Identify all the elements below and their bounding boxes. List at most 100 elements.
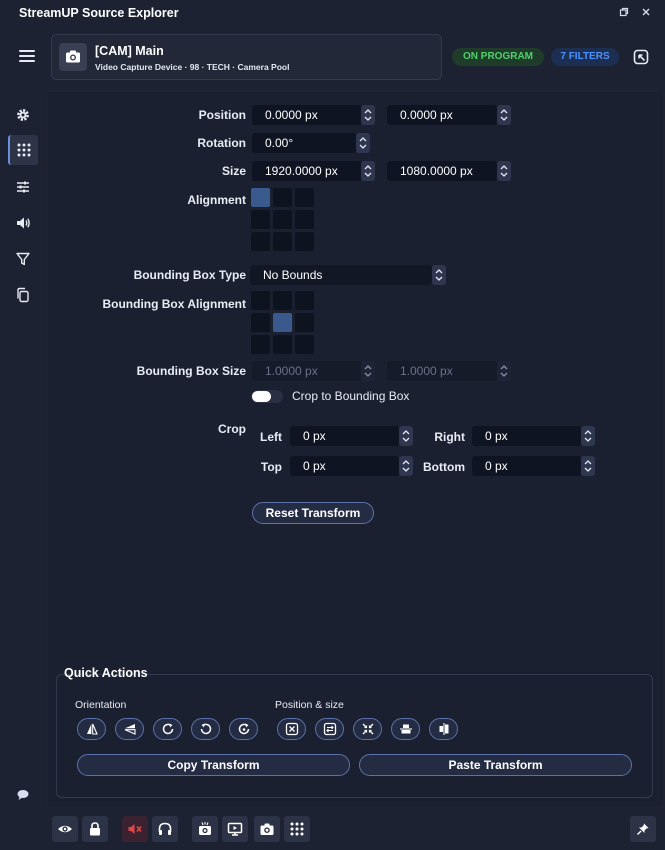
bbox-alignment-cell[interactable] [251, 313, 270, 332]
position-y-stepper[interactable] [497, 105, 511, 125]
alignment-cell[interactable] [273, 188, 292, 207]
shrink-center-icon [362, 723, 373, 735]
hamburger-menu-icon[interactable] [19, 50, 35, 64]
position-x-stepper[interactable] [361, 105, 375, 125]
crop-to-bbox-toggle[interactable] [251, 390, 283, 403]
bbox-type-dropdown-icon[interactable] [432, 265, 446, 285]
bbox-alignment-cell[interactable] [273, 313, 292, 332]
bbox-alignment-cell[interactable] [251, 335, 270, 354]
size-height-input[interactable]: 1080.0000 px [387, 161, 497, 181]
visibility-button[interactable] [52, 816, 78, 842]
rotate-ccw-button[interactable] [191, 718, 220, 740]
pin-button[interactable] [630, 816, 656, 842]
sidebar-item-properties[interactable] [8, 172, 38, 202]
rotation-input[interactable]: 0.00° [252, 133, 356, 153]
sidebar [0, 90, 46, 831]
sidebar-item-copy[interactable] [8, 280, 38, 310]
crop-top-input[interactable]: 0 px [290, 456, 399, 476]
stretch-to-screen-icon [323, 722, 336, 736]
bbox-alignment-cell[interactable] [295, 291, 314, 310]
alignment-cell[interactable] [295, 210, 314, 229]
eye-icon [58, 825, 72, 833]
alignment-cell[interactable] [295, 188, 314, 207]
sidebar-item-filters[interactable] [8, 244, 38, 274]
crop-bottom-input[interactable]: 0 px [472, 456, 581, 476]
sidebar-item-settings[interactable] [8, 100, 38, 130]
mute-button[interactable] [122, 816, 148, 842]
alignment-cell[interactable] [251, 188, 270, 207]
sidebar-item-chat[interactable] [8, 780, 38, 810]
position-x-input[interactable]: 0.0000 px [252, 105, 362, 125]
quick-actions-group [56, 674, 653, 798]
bbox-alignment-cell[interactable] [273, 335, 292, 354]
transform-grid-button[interactable] [284, 816, 310, 842]
filters-badge[interactable]: 7 FILTERS [551, 48, 619, 66]
close-icon[interactable] [640, 7, 652, 19]
camera-button[interactable] [254, 816, 280, 842]
monitor-audio-button[interactable] [152, 816, 178, 842]
restore-icon[interactable] [618, 7, 630, 19]
alignment-grid[interactable] [251, 188, 315, 252]
size-height-stepper[interactable] [497, 161, 511, 181]
sidebar-item-audio[interactable] [8, 208, 38, 238]
sidebar-item-transform[interactable] [8, 135, 38, 165]
rotate-180-button[interactable] [229, 718, 258, 740]
rotation-label: Rotation [197, 136, 246, 150]
center-to-screen-button[interactable] [353, 718, 382, 740]
stretch-to-screen-button[interactable] [315, 718, 344, 740]
crop-right-input[interactable]: 0 px [472, 426, 581, 446]
chat-bubble-icon [17, 790, 29, 800]
bbox-alignment-grid[interactable] [251, 291, 315, 355]
flip-vertical-button[interactable] [115, 718, 144, 740]
monitor-icon [227, 822, 243, 836]
alignment-cell[interactable] [295, 232, 314, 251]
position-y-input[interactable]: 0.0000 px [387, 105, 497, 125]
reset-transform-button[interactable]: Reset Transform [252, 502, 374, 524]
crop-bottom-stepper[interactable] [581, 456, 595, 476]
screenshot-source-button[interactable] [192, 816, 218, 842]
flip-horizontal-button[interactable] [77, 718, 106, 740]
bbox-height-stepper [497, 361, 511, 381]
camera-icon [59, 43, 87, 71]
rotate-counterclockwise-icon [200, 723, 211, 735]
source-card[interactable]: [CAM] Main Video Capture Device · 98 · T… [51, 34, 442, 80]
size-label: Size [221, 164, 246, 178]
toggle-knob [252, 391, 271, 402]
title-bar: StreamUP Source Explorer [0, 0, 665, 28]
camera-timer-icon [199, 822, 211, 835]
flip-vertical-icon [124, 724, 136, 735]
alignment-cell[interactable] [251, 210, 270, 229]
bbox-width-input: 1.0000 px [252, 361, 362, 381]
paste-transform-button[interactable]: Paste Transform [359, 754, 632, 776]
source-subtitle: Video Capture Device · 98 · TECH · Camer… [95, 62, 290, 72]
window-title: StreamUP Source Explorer [19, 6, 179, 20]
bbox-size-label: Bounding Box Size [136, 364, 246, 378]
crop-left-input[interactable]: 0 px [290, 426, 399, 446]
crop-left-stepper[interactable] [399, 426, 413, 446]
center-horizontally-button[interactable] [391, 718, 420, 740]
camera-icon [260, 823, 274, 835]
header: [CAM] Main Video Capture Device · 98 · T… [0, 28, 665, 90]
copy-transform-button[interactable]: Copy Transform [77, 754, 350, 776]
headphones-icon [158, 822, 172, 835]
rotate-cw-button[interactable] [153, 718, 182, 740]
rotation-stepper[interactable] [356, 133, 370, 153]
speaker-icon [17, 217, 30, 229]
crop-right-stepper[interactable] [581, 426, 595, 446]
alignment-cell[interactable] [273, 210, 292, 229]
center-vertically-button[interactable] [429, 718, 458, 740]
size-width-stepper[interactable] [361, 161, 375, 181]
bbox-alignment-cell[interactable] [295, 313, 314, 332]
size-width-input[interactable]: 1920.0000 px [252, 161, 362, 181]
open-external-icon[interactable] [632, 48, 650, 66]
bbox-alignment-cell[interactable] [251, 291, 270, 310]
lock-button[interactable] [82, 816, 108, 842]
projector-button[interactable] [222, 816, 248, 842]
alignment-cell[interactable] [273, 232, 292, 251]
fit-to-screen-button[interactable] [277, 718, 306, 740]
on-program-badge: ON PROGRAM [452, 48, 544, 66]
bbox-type-select[interactable]: No Bounds [250, 265, 432, 285]
alignment-cell[interactable] [251, 232, 270, 251]
bbox-alignment-cell[interactable] [295, 335, 314, 354]
bbox-alignment-cell[interactable] [273, 291, 292, 310]
